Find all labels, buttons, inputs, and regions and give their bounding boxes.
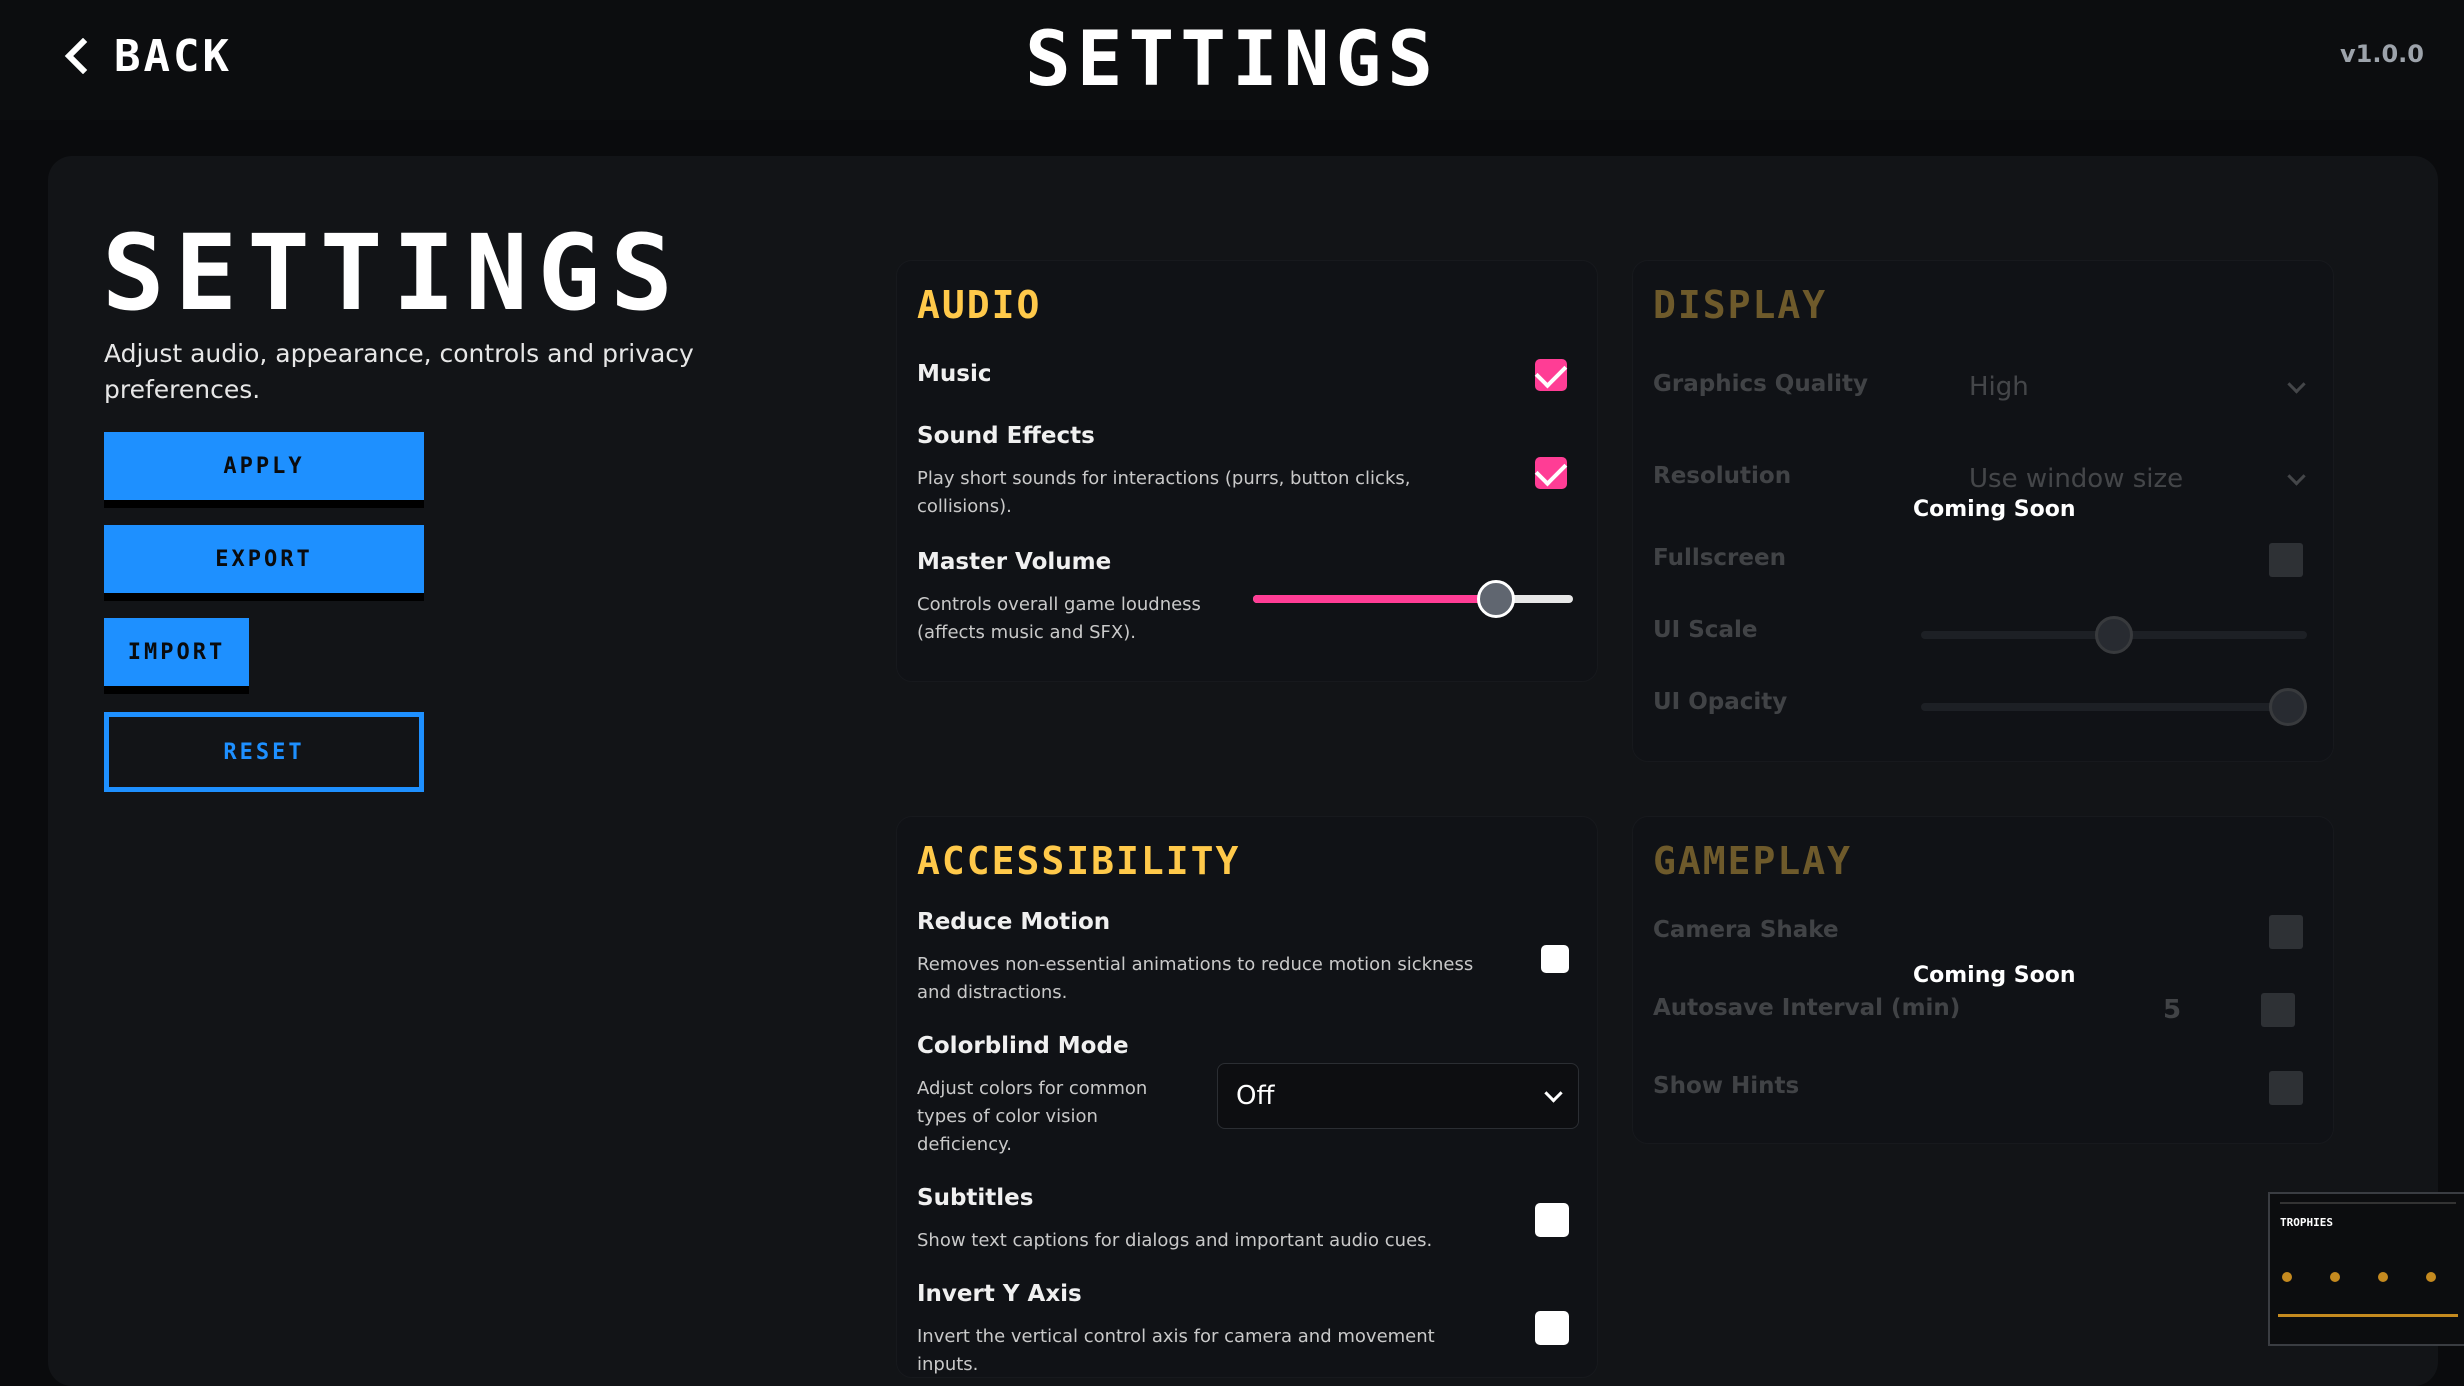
volume-thumb[interactable] [1477,580,1516,618]
accessibility-title: ACCESSIBILITY [917,839,1241,883]
gameplay-title: GAMEPLAY [1653,839,1853,883]
volume-fill [1253,595,1497,603]
autosave-label: Autosave Interval (min) [1653,995,1961,1021]
display-coming-soon: Coming Soon [1913,497,2076,522]
subtitles-desc: Show text captions for dialogs and impor… [917,1230,1433,1251]
display-card: DISPLAY Graphics Quality High Resolution… [1632,260,2334,762]
colorblind-label: Colorblind Mode [917,1033,1129,1059]
reduce-motion-label: Reduce Motion [917,909,1111,935]
chevron-down-icon [2287,467,2306,486]
gameplay-card: GAMEPLAY Camera Shake Autosave Interval … [1632,816,2334,1144]
settings-heading: SETTINGS [102,212,683,334]
thumbnail-divider [2280,1202,2456,1204]
trophy-icon [2282,1272,2292,1282]
version-label: v1.0.0 [2340,40,2424,68]
sfx-checkbox[interactable] [1535,457,1567,489]
thumbnail-title: TROPHIES [2280,1216,2333,1229]
settings-subtitle: Adjust audio, appearance, controls and p… [104,339,694,404]
subtitles-checkbox[interactable] [1535,1203,1569,1237]
show-hints-checkbox [2269,1071,2303,1105]
autosave-value: 5 [2163,995,2182,1025]
volume-label: Master Volume [917,549,1112,575]
resolution-label: Resolution [1653,463,1792,489]
subtitles-label: Subtitles [917,1185,1034,1211]
camera-shake-label: Camera Shake [1653,917,1839,943]
top-bar: BACK SETTINGS v1.0.0 [0,0,2464,120]
fullscreen-label: Fullscreen [1653,545,1786,571]
reset-button[interactable]: RESET [104,712,424,792]
ui-opacity-thumb [2268,688,2307,726]
reduce-motion-checkbox[interactable] [1541,945,1569,973]
trophy-icon [2378,1272,2388,1282]
invert-y-label: Invert Y Axis [917,1281,1082,1307]
invert-y-desc: Invert the vertical control axis for cam… [917,1326,1435,1375]
show-hints-label: Show Hints [1653,1073,1800,1099]
page-title: SETTINGS [1024,14,1440,103]
colorblind-select[interactable]: Off [1217,1063,1579,1129]
music-checkbox[interactable] [1535,359,1567,391]
thumbnail-progress [2278,1314,2458,1317]
export-button[interactable]: EXPORT [104,525,424,593]
display-title: DISPLAY [1653,283,1828,327]
graphics-label: Graphics Quality [1653,371,1868,397]
gameplay-coming-soon: Coming Soon [1913,963,2076,988]
audio-title: AUDIO [917,283,1042,327]
reduce-motion-desc: Removes non-essential animations to redu… [917,954,1474,1003]
ui-opacity-slider [1921,688,2307,726]
accessibility-card: ACCESSIBILITY Reduce Motion Removes non-… [896,816,1598,1378]
apply-button[interactable]: APPLY [104,432,424,500]
ui-scale-thumb [2095,616,2133,654]
colorblind-value: Off [1236,1081,1275,1111]
sfx-desc: Play short sounds for interactions (purr… [917,468,1411,517]
chevron-down-icon [1544,1084,1563,1103]
import-button[interactable]: IMPORT [104,618,249,686]
ui-scale-slider [1921,616,2307,654]
trophies-preview-thumbnail[interactable]: TROPHIES [2268,1192,2464,1346]
graphics-value: High [1969,372,2029,402]
invert-y-checkbox[interactable] [1535,1311,1569,1345]
audio-card: AUDIO Music Sound Effects Play short sou… [896,260,1598,682]
volume-desc: Controls overall game loudness (affects … [917,594,1201,643]
music-label: Music [917,361,992,387]
colorblind-desc: Adjust colors for common types of color … [917,1078,1148,1155]
chevron-down-icon [2287,375,2306,394]
graphics-select: High [1951,357,2321,417]
trophy-icon [2426,1272,2436,1282]
master-volume-slider[interactable] [1253,580,1573,618]
camera-shake-checkbox [2269,915,2303,949]
ui-scale-label: UI Scale [1653,617,1758,643]
resolution-value: Use window size [1969,464,2184,494]
trophy-icon [2330,1272,2340,1282]
fullscreen-checkbox [2269,543,2303,577]
autosave-stepper [2261,993,2295,1027]
ui-opacity-label: UI Opacity [1653,689,1788,715]
sfx-label: Sound Effects [917,423,1095,449]
